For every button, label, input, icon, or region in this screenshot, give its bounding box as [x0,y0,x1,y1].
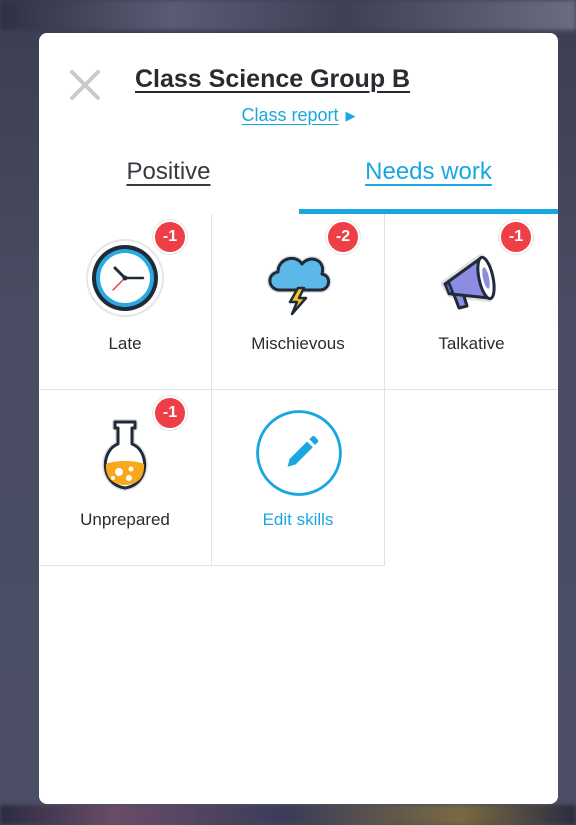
clock-icon [86,239,164,317]
point-badge: -1 [153,220,187,254]
play-arrow-icon: ▶ [345,108,356,123]
tab-positive[interactable]: Positive [39,151,298,215]
close-button[interactable] [67,67,103,103]
point-badge: -2 [326,220,360,254]
close-icon [70,70,100,100]
tab-bar: Positive Needs work [39,151,558,215]
class-report-link[interactable]: Class report [241,105,338,125]
point-badge: -1 [499,220,533,254]
edit-skills-button[interactable]: Edit skills [212,390,385,566]
skill-unprepared[interactable]: -1 Unprepared [39,390,212,566]
background-blur-top [0,0,576,30]
class-report-row: Class report ▶ [39,105,558,126]
skill-label: Mischievous [251,334,345,353]
skill-label: Talkative [438,334,505,353]
potion-flask-icon [102,419,148,491]
background-blur-bottom [0,805,576,825]
skill-talkative[interactable]: -1 Talkative [385,214,558,390]
skill-mischievous[interactable]: -2 Mischievous [212,214,385,390]
skill-label: Unprepared [80,510,170,529]
megaphone-icon [441,254,496,310]
skill-label: Late [108,334,142,353]
pencil-icon [256,410,342,496]
page-title: Class Science Group B [135,65,411,93]
tab-needs-work[interactable]: Needs work [299,151,558,215]
point-badge: -1 [153,396,187,430]
storm-cloud-icon [267,255,332,316]
skills-modal: Class Science Group B Class report ▶ Posi… [39,33,558,804]
skill-late[interactable]: -1 Late [39,214,212,390]
edit-skills-label: Edit skills [262,510,334,529]
